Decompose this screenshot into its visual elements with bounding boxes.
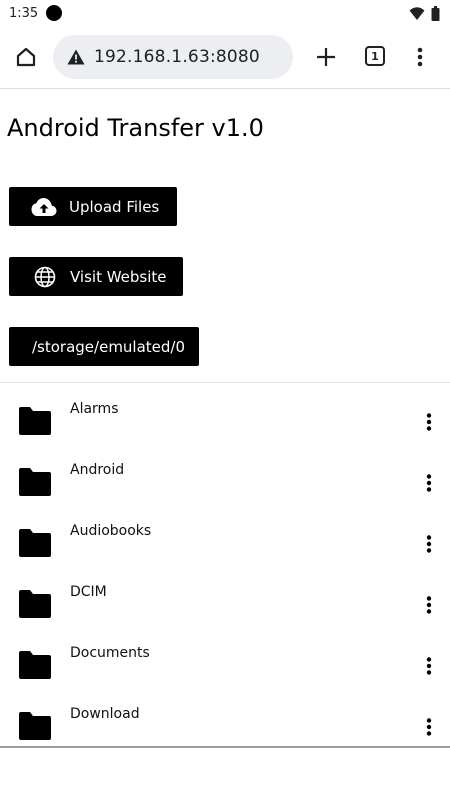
current-path-button[interactable]: /storage/emulated/0	[9, 327, 199, 366]
new-tab-button[interactable]	[311, 41, 341, 73]
url-bar[interactable]: 192.168.1.63:8080	[53, 35, 293, 79]
wifi-icon	[409, 6, 425, 20]
battery-icon	[431, 5, 440, 21]
file-name[interactable]: Alarms	[70, 401, 119, 417]
list-item[interactable]: Download	[0, 688, 450, 749]
home-button[interactable]	[10, 41, 42, 73]
status-bar: 1:35	[0, 0, 450, 26]
file-name[interactable]: Documents	[70, 645, 150, 661]
bottom-area	[0, 748, 450, 800]
page-title: Android Transfer v1.0	[7, 114, 264, 142]
upload-files-button[interactable]: Upload Files	[9, 187, 177, 226]
plus-icon	[317, 48, 335, 66]
tabs-icon[interactable]: 1	[365, 46, 385, 66]
toolbar-divider	[0, 88, 450, 89]
file-name[interactable]: Download	[70, 706, 140, 722]
file-name[interactable]: DCIM	[70, 584, 107, 600]
current-path-label: /storage/emulated/0	[32, 337, 186, 356]
more-vert-icon[interactable]	[420, 411, 438, 433]
folder-icon	[19, 407, 51, 435]
list-item[interactable]: Audiobooks	[0, 505, 450, 566]
folder-icon	[19, 529, 51, 557]
more-vert-icon[interactable]	[420, 716, 438, 738]
file-name[interactable]: Android	[70, 462, 124, 478]
cloud-upload-icon	[31, 197, 57, 216]
tab-count: 1	[371, 49, 379, 63]
globe-icon	[34, 266, 56, 287]
list-item[interactable]: Android	[0, 444, 450, 505]
more-vert-icon[interactable]	[420, 655, 438, 677]
browser-toolbar: 192.168.1.63:8080 1	[0, 26, 450, 88]
folder-icon	[19, 468, 51, 496]
folder-icon	[19, 651, 51, 679]
folder-icon	[19, 590, 51, 618]
status-right	[409, 5, 440, 21]
warning-triangle-icon[interactable]	[67, 49, 85, 65]
list-item[interactable]: Documents	[0, 627, 450, 688]
folder-icon	[19, 712, 51, 740]
list-item[interactable]: Alarms	[0, 383, 450, 444]
browser-menu-button[interactable]	[410, 41, 430, 73]
status-left: 1:35	[9, 5, 63, 21]
more-vert-icon[interactable]	[420, 533, 438, 555]
upload-files-label: Upload Files	[69, 197, 160, 216]
more-vert-icon[interactable]	[420, 594, 438, 616]
status-time: 1:35	[9, 5, 39, 21]
visit-website-label: Visit Website	[70, 267, 167, 286]
notification-dot-icon	[46, 5, 63, 21]
screen: 1:35 192.168.1.63:8080 1 Android Transfe…	[0, 0, 450, 800]
file-name[interactable]: Audiobooks	[70, 523, 151, 539]
list-item[interactable]: DCIM	[0, 566, 450, 627]
more-vert-icon[interactable]	[420, 472, 438, 494]
home-icon	[16, 47, 36, 67]
more-vert-icon	[417, 47, 423, 67]
url-text[interactable]: 192.168.1.63:8080	[94, 47, 260, 67]
visit-website-button[interactable]: Visit Website	[9, 257, 183, 296]
